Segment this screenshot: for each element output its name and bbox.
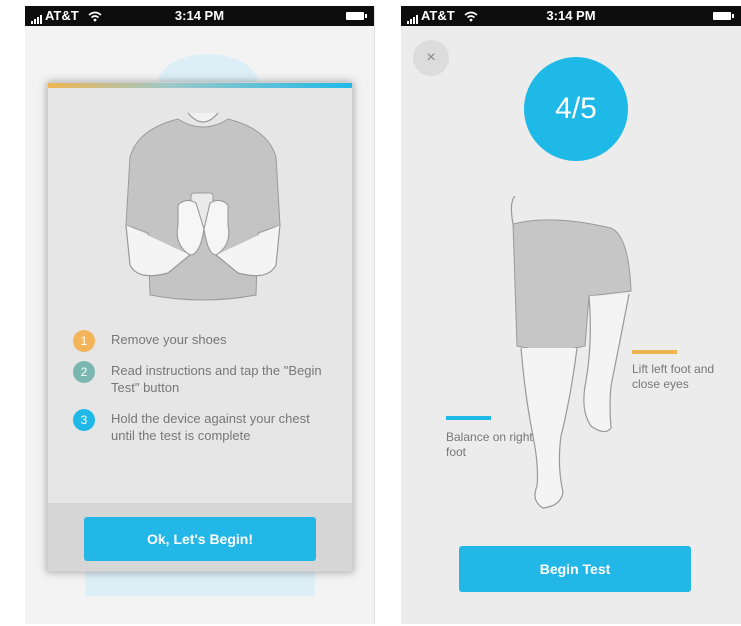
battery-icon <box>713 12 734 20</box>
person-holding-phone-illustration <box>125 112 281 301</box>
lifted-foot-marker <box>632 350 677 354</box>
begin-test-button[interactable]: Begin Test <box>459 546 691 592</box>
balance-foot-label: Balance on right foot <box>446 430 533 459</box>
step-1: 1 Remove your shoes <box>73 330 332 352</box>
standing-foot-marker <box>446 416 491 420</box>
clock: 3:14 PM <box>174 8 225 23</box>
card-accent-bar <box>48 83 352 88</box>
steps-list: 1 Remove your shoes 2 Read instructions … <box>73 330 332 458</box>
close-icon: × <box>426 49 436 66</box>
lift-foot-label: Lift left foot and close eyes <box>632 362 715 391</box>
close-button[interactable]: × <box>413 40 449 76</box>
card-footer: Ok, Let's Begin! <box>48 503 352 571</box>
step-progress-indicator: 4/5 <box>524 57 628 161</box>
step-text: Remove your shoes <box>111 332 227 347</box>
step-number: 2 <box>73 361 95 383</box>
battery-icon <box>346 12 367 20</box>
clock: 3:14 PM <box>546 8 596 23</box>
status-bar: AT&T 3:14 PM <box>25 6 374 26</box>
balance-test-screen: AT&T 3:14 PM × 4/5 Lift left foot and cl… <box>401 6 741 624</box>
step-text: Read instructions and tap the "Begin Tes… <box>111 363 322 395</box>
instructions-screen: AT&T 3:14 PM 1 Remove your shoes 2 Read … <box>25 6 375 624</box>
instruction-card: 1 Remove your shoes 2 Read instructions … <box>47 82 353 572</box>
status-bar: AT&T 3:14 PM <box>401 6 741 26</box>
balance-legs-illustration <box>510 196 632 509</box>
step-number: 3 <box>73 409 95 431</box>
step-3: 3 Hold the device against your chest unt… <box>73 409 332 444</box>
lets-begin-button[interactable]: Ok, Let's Begin! <box>84 517 316 561</box>
step-number: 1 <box>73 330 95 352</box>
step-text: Hold the device against your chest until… <box>111 411 310 443</box>
step-2: 2 Read instructions and tap the "Begin T… <box>73 361 332 396</box>
